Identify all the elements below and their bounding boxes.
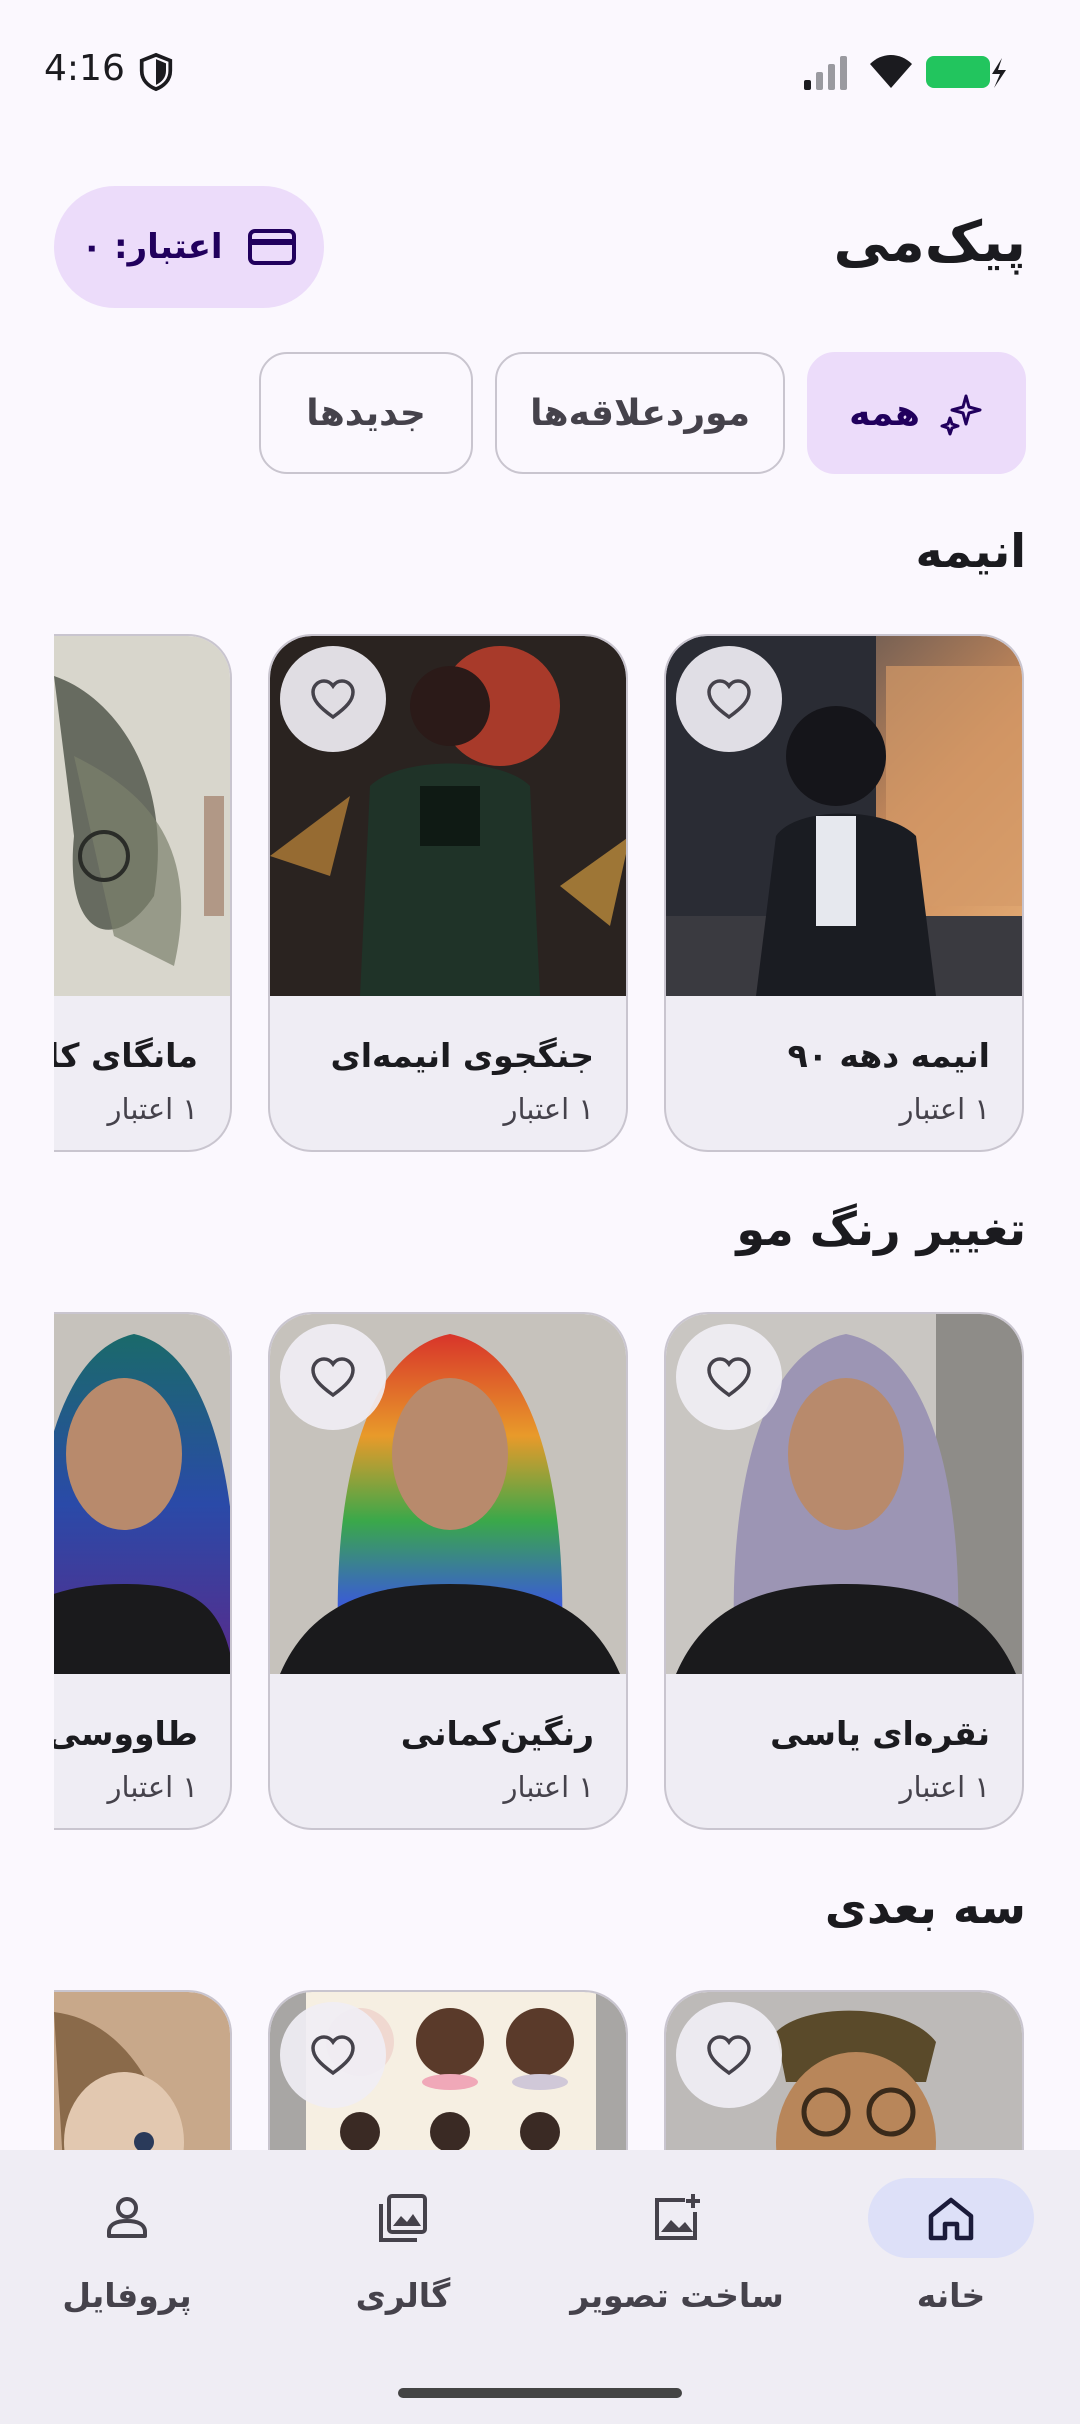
card-row-hair-color[interactable]: نقره‌ای یاسی ۱ اعتبار رنگین‌کمانی ۱ اعتب… <box>54 1312 1026 1832</box>
card-title: طاووسی <box>54 1714 198 1753</box>
filter-chips: همه موردعلاقه‌ها جدیدها <box>259 352 1026 474</box>
nav-create-image-indicator <box>594 2178 760 2258</box>
style-card[interactable]: رنگین‌کمانی ۱ اعتبار <box>268 1312 628 1830</box>
nav-create-image-label: ساخت تصویر <box>570 2276 784 2315</box>
person-icon <box>107 2197 147 2238</box>
credit-label: اعتبار: ۰ <box>81 227 223 267</box>
style-card[interactable] <box>54 1990 232 2150</box>
credit-button[interactable]: اعتبار: ۰ <box>54 186 324 308</box>
card-title: مانگای کلاژ <box>54 1036 198 1075</box>
favorite-button[interactable] <box>280 1324 386 1430</box>
heart-icon <box>311 679 355 720</box>
sparkles-icon <box>940 394 982 436</box>
card-title: انیمه دهه ۹۰ <box>787 1036 990 1075</box>
home-indicator[interactable] <box>398 2388 682 2398</box>
credit-card-icon <box>247 229 296 265</box>
chip-all[interactable]: همه <box>807 352 1026 474</box>
nav-home[interactable]: خانه <box>826 2178 1076 2338</box>
style-card[interactable]: مانگای کلاژ ۱ اعتبار <box>54 634 232 1152</box>
style-card[interactable] <box>268 1990 628 2150</box>
card-title: جنگجوی انیمه‌ای <box>330 1036 594 1075</box>
section-title-3d: سه بعدی <box>824 1880 1026 1934</box>
favorite-button[interactable] <box>676 646 782 752</box>
card-row-anime[interactable]: انیمه دهه ۹۰ ۱ اعتبار جنگجوی انیمه‌ای ۱ … <box>54 634 1026 1154</box>
chip-new-label: جدیدها <box>306 392 426 434</box>
section-title-hair-color: تغییر رنگ مو <box>736 1202 1026 1256</box>
card-title: نقره‌ای یاسی <box>770 1714 990 1753</box>
nav-gallery[interactable]: گالری <box>278 2178 528 2338</box>
heart-icon <box>311 1357 355 1398</box>
favorite-button[interactable] <box>676 1324 782 1430</box>
heart-icon <box>707 1357 751 1398</box>
bottom-navigation: خانه ساخت تصویر گالری پروفایل <box>0 2150 1080 2424</box>
favorite-button[interactable] <box>280 646 386 752</box>
nav-gallery-indicator <box>320 2178 486 2258</box>
wifi-icon <box>870 55 912 88</box>
signal-icon <box>804 56 847 90</box>
chip-favorites[interactable]: موردعلاقه‌ها <box>495 352 786 474</box>
style-card[interactable]: نقره‌ای یاسی ۱ اعتبار <box>664 1312 1024 1830</box>
nav-home-label: خانه <box>916 2276 986 2315</box>
style-card[interactable]: انیمه دهه ۹۰ ۱ اعتبار <box>664 634 1024 1152</box>
heart-icon <box>707 679 751 720</box>
card-image <box>54 1314 230 1674</box>
add-image-icon <box>655 2194 700 2240</box>
style-card[interactable]: جنگجوی انیمه‌ای ۱ اعتبار <box>268 634 628 1152</box>
card-image <box>54 636 230 996</box>
card-credit: ۱ اعتبار <box>503 1770 595 1804</box>
nav-profile-indicator <box>44 2178 210 2258</box>
gallery-icon <box>379 2194 427 2242</box>
heart-icon <box>311 2035 355 2076</box>
app-title: پیک‌می <box>833 210 1026 275</box>
favorite-button[interactable] <box>676 2002 782 2108</box>
chip-favorites-label: موردعلاقه‌ها <box>530 392 750 434</box>
chip-all-label: همه <box>849 392 920 434</box>
card-credit: ۱ اعتبار <box>899 1092 991 1126</box>
style-card[interactable]: طاووسی ۱ اعتبار <box>54 1312 232 1830</box>
battery-charging-icon <box>926 56 1006 88</box>
card-image <box>54 1992 230 2150</box>
card-credit: ۱ اعتبار <box>107 1770 199 1804</box>
status-bar: 4:16 <box>0 0 1080 140</box>
favorite-button[interactable] <box>280 2002 386 2108</box>
card-credit: ۱ اعتبار <box>899 1770 991 1804</box>
section-title-anime: انیمه <box>915 524 1026 578</box>
heart-icon <box>707 2035 751 2076</box>
nav-home-indicator <box>868 2178 1034 2258</box>
shield-icon <box>139 52 173 92</box>
chip-new[interactable]: جدیدها <box>259 352 474 474</box>
home-icon <box>928 2197 974 2241</box>
card-row-3d[interactable] <box>54 1990 1026 2150</box>
nav-profile-label: پروفایل <box>62 2276 192 2315</box>
style-card[interactable] <box>664 1990 1024 2150</box>
status-time: 4:16 <box>44 48 125 89</box>
card-title: رنگین‌کمانی <box>400 1714 594 1753</box>
nav-profile[interactable]: پروفایل <box>2 2178 252 2338</box>
nav-gallery-label: گالری <box>355 2276 451 2315</box>
nav-create-image[interactable]: ساخت تصویر <box>552 2178 802 2338</box>
card-credit: ۱ اعتبار <box>503 1092 595 1126</box>
card-credit: ۱ اعتبار <box>107 1092 199 1126</box>
